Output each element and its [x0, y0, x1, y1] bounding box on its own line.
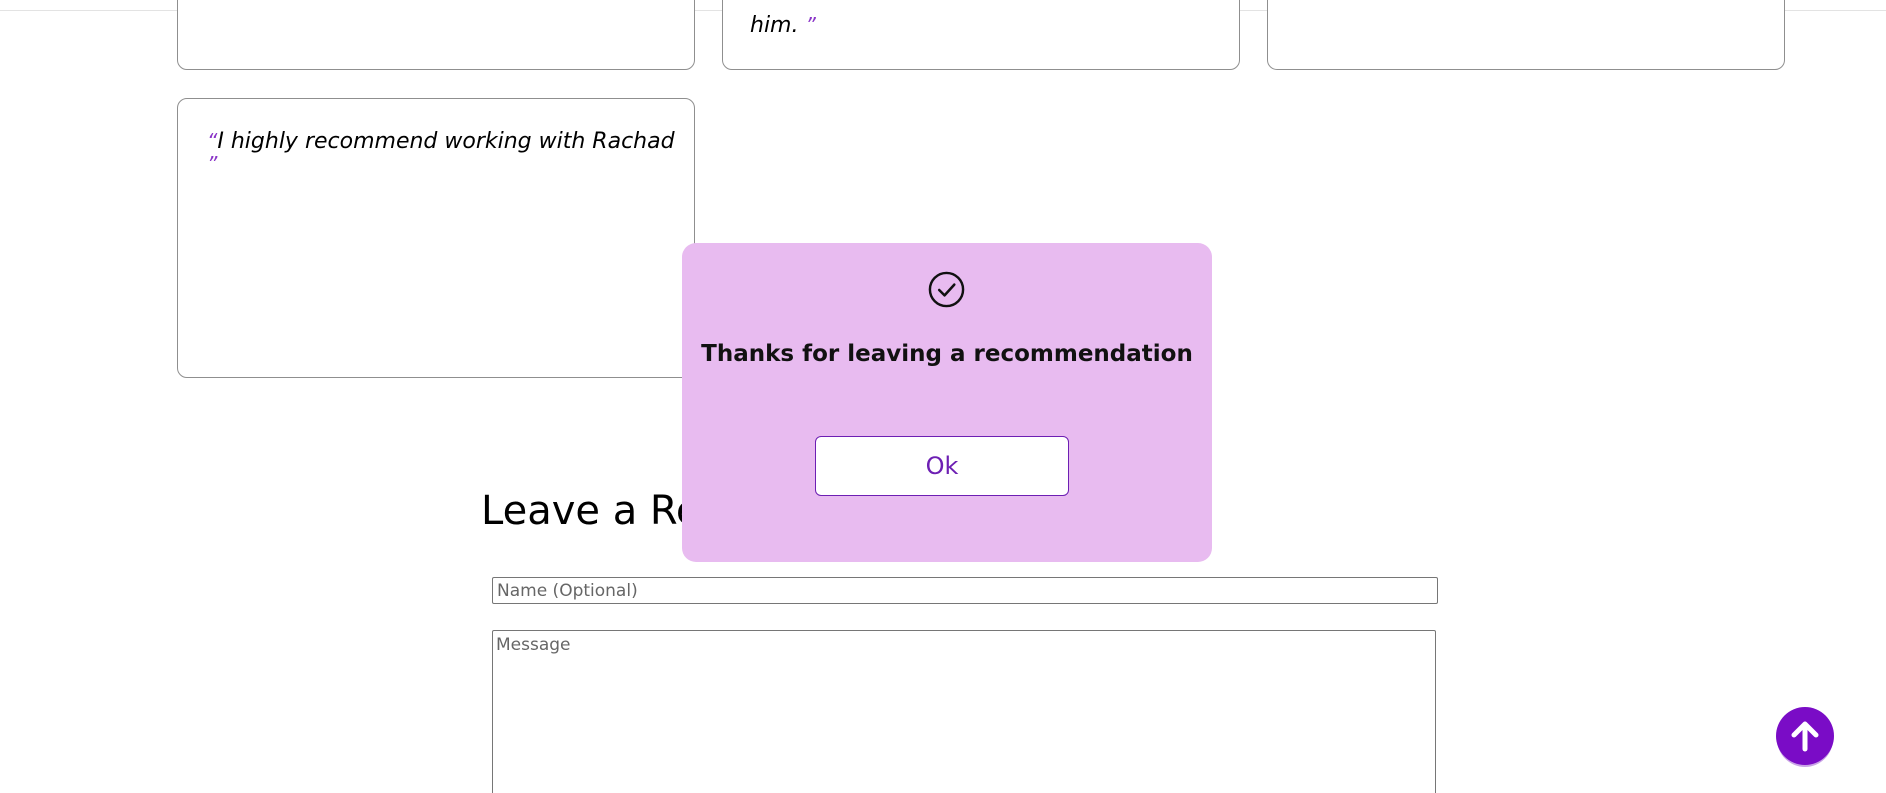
- message-input[interactable]: [492, 630, 1436, 793]
- page: him. ” “I highly recommend working with …: [0, 0, 1886, 793]
- close-quote-mark: ”: [207, 152, 218, 176]
- name-input[interactable]: [492, 577, 1438, 604]
- open-quote-mark: “: [207, 129, 218, 153]
- testimonial-card: [1267, 0, 1785, 70]
- testimonial-card: [177, 0, 695, 70]
- testimonial-card: “I highly recommend working with Rachad”: [177, 98, 695, 378]
- confirmation-modal: Thanks for leaving a recommendation Ok: [682, 243, 1212, 562]
- check-circle-icon: [928, 271, 965, 308]
- testimonial-text: I highly recommend working with Rachad: [217, 129, 675, 154]
- scroll-to-top-button[interactable]: [1776, 707, 1834, 765]
- close-quote-mark: ”: [805, 13, 816, 37]
- modal-message: Thanks for leaving a recommendation: [701, 341, 1193, 367]
- testimonial-quote: him. ”: [750, 12, 816, 39]
- testimonial-quote: “I highly recommend working with Rachad”: [207, 128, 677, 176]
- testimonial-card: him. ”: [722, 0, 1240, 70]
- testimonial-text: him.: [750, 13, 799, 38]
- arrow-up-icon: [1791, 721, 1819, 752]
- ok-button[interactable]: Ok: [815, 436, 1069, 496]
